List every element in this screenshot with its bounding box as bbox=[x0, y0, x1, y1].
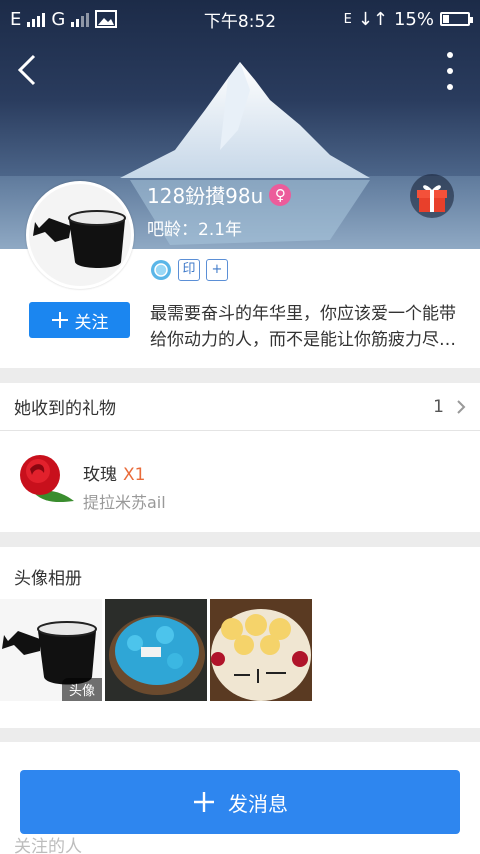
gift-icon bbox=[417, 185, 447, 212]
bar-age: 吧龄：2.1年 bbox=[147, 220, 243, 240]
send-message-label: 发消息 bbox=[228, 791, 288, 816]
gifts-header[interactable]: 她收到的礼物 1 bbox=[0, 383, 480, 431]
album-title: 头像相册 bbox=[14, 569, 82, 589]
data-arrows-icon: ↓↑ bbox=[357, 8, 388, 30]
battery-percent: 15% bbox=[393, 8, 434, 30]
back-button[interactable] bbox=[14, 52, 42, 88]
plus-icon bbox=[194, 792, 214, 812]
carrier2-label: G bbox=[51, 8, 66, 30]
gift-quantity: X1 bbox=[123, 465, 146, 485]
status-bar: E G 下午8:52 E ↓↑ 15% bbox=[0, 0, 480, 38]
gifts-title: 她收到的礼物 bbox=[14, 399, 116, 419]
user-bio: 最需要奋斗的年华里，你应该爱一个能带给你动力的人，而不是能让你筋疲力尽的人 bbox=[150, 304, 456, 350]
image-icon bbox=[95, 10, 118, 28]
signal2-icon bbox=[71, 11, 90, 27]
gift-item[interactable]: 玫瑰 X1 提拉米苏ail bbox=[0, 431, 480, 532]
avatar[interactable] bbox=[26, 181, 134, 289]
add-badge-button[interactable]: + bbox=[206, 259, 228, 281]
battery-icon bbox=[440, 12, 473, 26]
medal-icon[interactable] bbox=[150, 259, 172, 281]
female-icon: ♀ bbox=[269, 183, 292, 206]
plus-icon bbox=[51, 312, 68, 328]
user-name-row: 128鈖攅98u ♀ bbox=[147, 180, 292, 209]
follow-button[interactable]: 关注 bbox=[29, 302, 130, 338]
more-button[interactable] bbox=[440, 52, 460, 90]
send-message-button[interactable]: 发消息 bbox=[20, 770, 460, 834]
cake-photo bbox=[105, 599, 207, 701]
network-label: E bbox=[343, 11, 352, 27]
avatar-mug-image bbox=[29, 184, 131, 286]
print-badge[interactable]: 印 bbox=[178, 259, 200, 281]
chevron-left-icon bbox=[17, 54, 36, 86]
family-cake-photo bbox=[210, 599, 312, 701]
album-photo-mug[interactable]: 头像 bbox=[0, 599, 102, 701]
gift-name: 玫瑰 bbox=[83, 465, 117, 485]
chevron-right-icon bbox=[457, 399, 466, 414]
following-title: 关注的人 bbox=[14, 837, 82, 854]
avatar-tag: 头像 bbox=[61, 678, 102, 701]
signal-icon bbox=[27, 11, 46, 27]
badges: 印 + bbox=[150, 259, 228, 281]
carrier1-label: E bbox=[10, 8, 22, 30]
follow-label: 关注 bbox=[74, 312, 109, 333]
username: 128鈖攅98u bbox=[147, 184, 264, 208]
album-photo-cake[interactable] bbox=[105, 599, 207, 701]
gift-button[interactable] bbox=[410, 174, 454, 218]
gift-sender: 提拉米苏ail bbox=[83, 493, 166, 512]
avatar-album: 头像相册 头像 bbox=[0, 547, 480, 728]
gifts-count: 1 bbox=[433, 396, 444, 417]
album-photo-family[interactable] bbox=[210, 599, 312, 701]
rose-icon bbox=[20, 455, 74, 503]
